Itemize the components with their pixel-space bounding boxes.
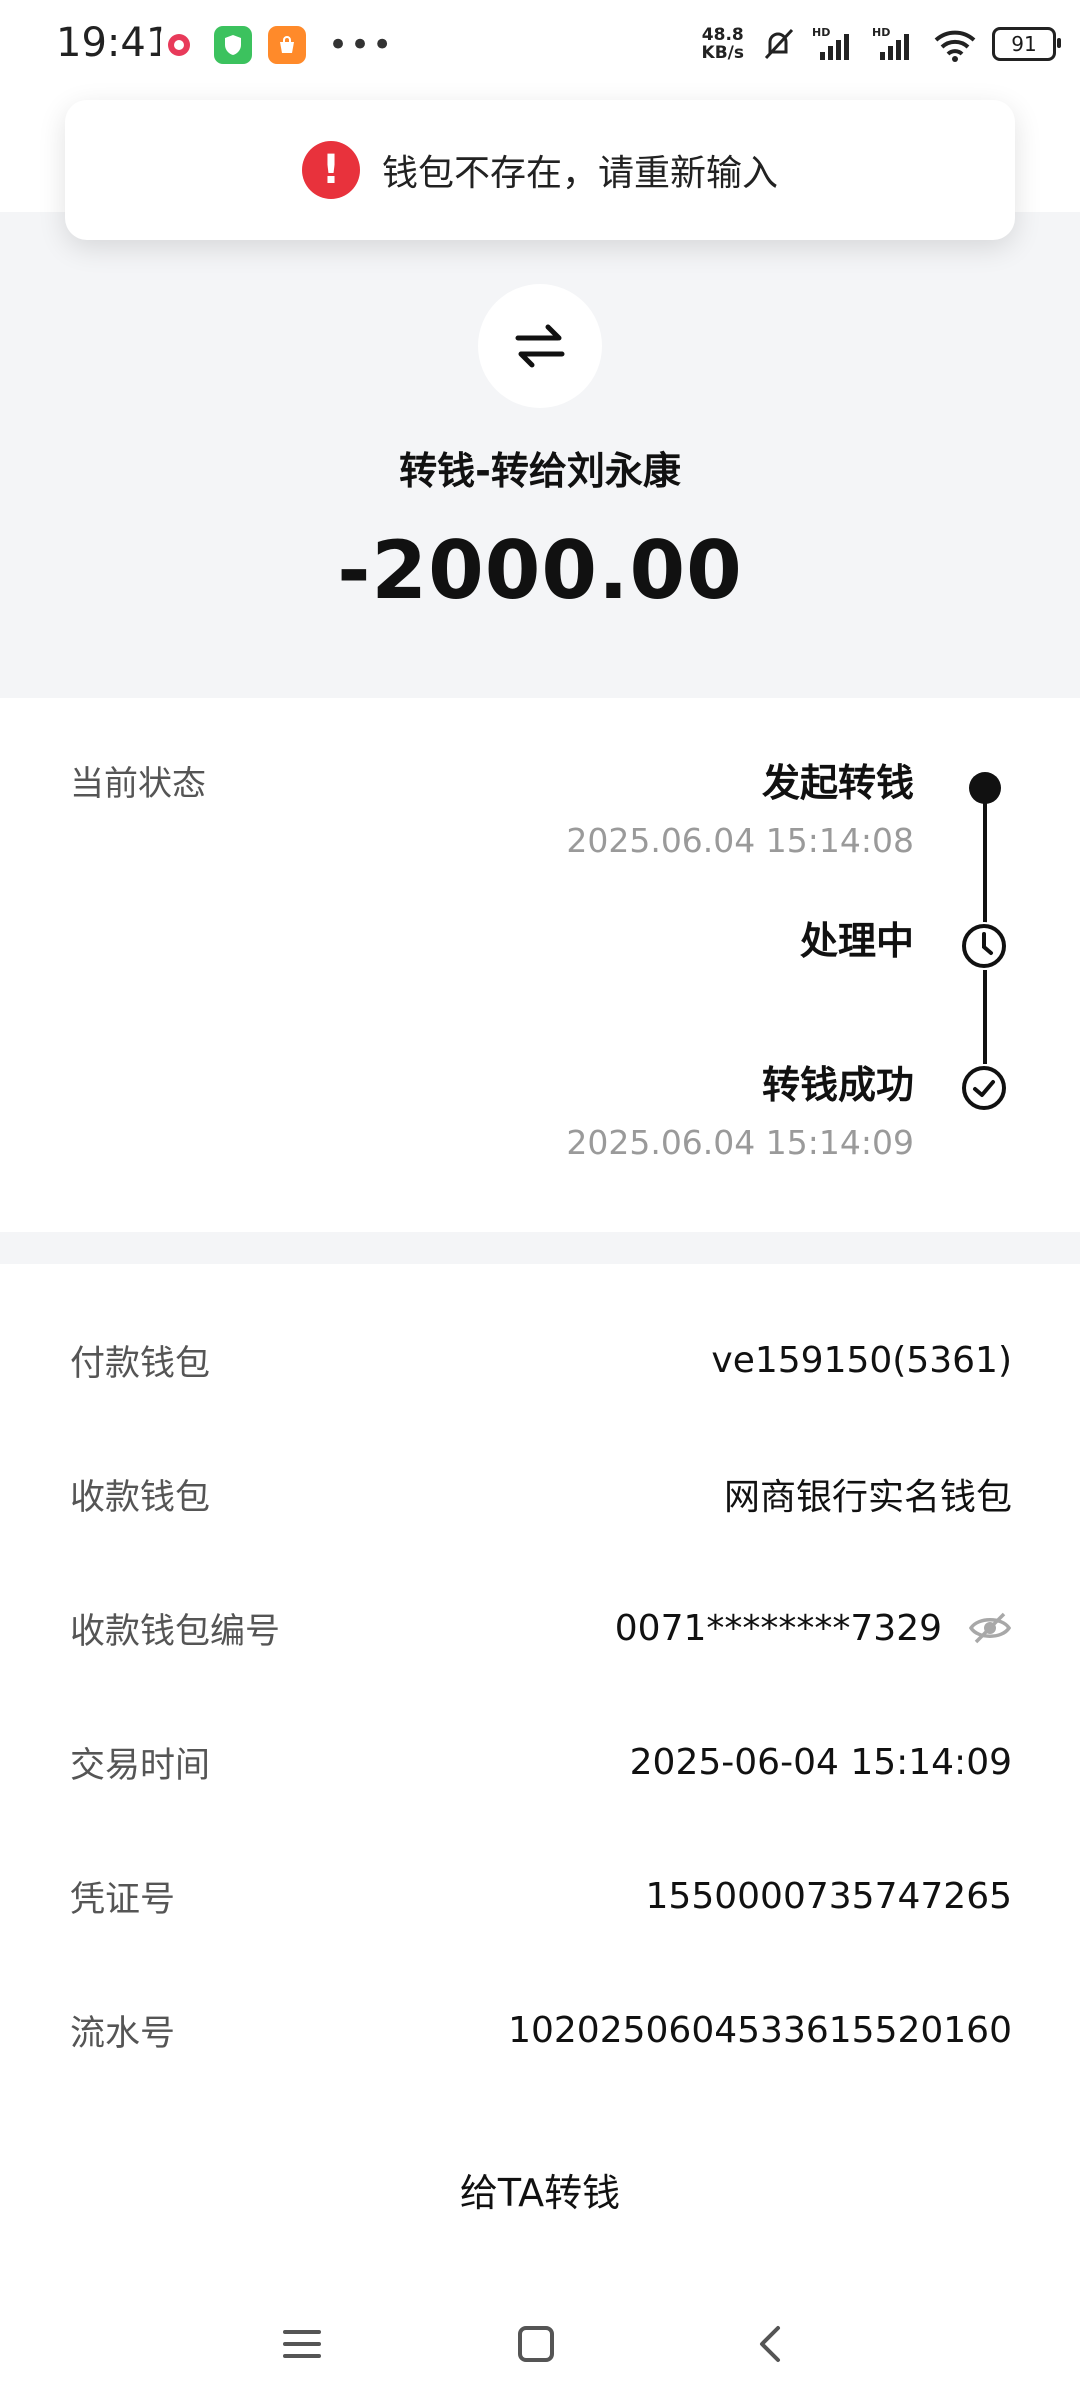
flower-app-icon	[160, 26, 198, 64]
row-value-wrap: 0071********7329	[615, 1608, 1012, 1649]
row-value: ve159150(5361)	[711, 1339, 1012, 1381]
toast-message: 钱包不存在，请重新输入	[381, 153, 778, 194]
back-icon[interactable]	[740, 2314, 800, 2374]
status-label: 当前状态	[70, 764, 206, 804]
row-label: 交易时间	[70, 1745, 211, 1786]
shield-app-icon	[214, 26, 252, 64]
row-value: 102025060453361552016​0	[508, 2009, 1012, 2051]
check-circle-icon	[960, 1064, 1008, 1112]
transaction-amount: -2000.00	[337, 524, 743, 617]
signal-hd-icon-2: HD	[872, 26, 909, 60]
step-initiated: 发起转钱 2025.06.04 15:14:08	[566, 752, 914, 860]
status-app-icons: •••	[160, 26, 394, 64]
signal-hd-icon: HD	[812, 26, 849, 60]
menu-icon[interactable]	[272, 2314, 332, 2374]
wifi-icon	[934, 30, 976, 62]
status-indicators: 48.8 KB/s HD HD 91	[702, 24, 1061, 64]
detail-row-voucher-number: 凭证号 1550000735747265	[70, 1866, 1012, 1926]
detail-row-payer-wallet: 付款钱包 ve159150(5361)	[70, 1330, 1012, 1390]
eye-hidden-icon[interactable]	[968, 1610, 1012, 1646]
net-speed-unit: KB/s	[701, 43, 744, 63]
step-time: 2025.06.04 15:14:08	[566, 821, 914, 860]
transaction-title: 转钱-转给刘永康	[399, 449, 681, 493]
status-time: 19:41	[56, 20, 172, 66]
status-bar: 19:41 ••• 48.8 KB/s HD HD 91	[0, 0, 1080, 90]
svg-text:HD: HD	[812, 26, 830, 39]
detail-row-serial-number: 流水号 102025060453361552016​0	[70, 2000, 1012, 2060]
error-exclamation-icon: !	[301, 141, 360, 199]
net-speed: 48.8 KB/s	[702, 26, 744, 62]
step-processing: 处理中	[800, 910, 914, 965]
detail-row-payee-wallet-number: 收款钱包编号 0071********7329	[70, 1598, 1012, 1658]
row-value: 0071********7329	[614, 1607, 942, 1649]
step-success: 转钱成功 2025.06.04 15:14:09	[566, 1054, 914, 1162]
mute-bell-icon	[764, 28, 794, 60]
step-title: 发起转钱	[761, 761, 914, 805]
transfer-to-them-button[interactable]: 给TA转钱	[0, 2162, 1080, 2217]
detail-row-payee-wallet: 收款钱包 网商银行实名钱包	[70, 1464, 1012, 1524]
home-icon[interactable]	[506, 2314, 566, 2374]
svg-text:HD: HD	[872, 26, 890, 39]
step-title: 转钱成功	[761, 1063, 914, 1107]
row-value: 1550000735747265	[645, 1875, 1012, 1917]
step-time: 2025.06.04 15:14:09	[566, 1123, 914, 1162]
more-notifications-icon: •••	[328, 25, 395, 65]
timeline-dot	[969, 772, 1001, 804]
step-title: 处理中	[799, 919, 914, 963]
row-label: 凭证号	[70, 1879, 176, 1920]
row-value: 2025-06-04 15:14:09	[629, 1741, 1012, 1783]
row-label: 收款钱包	[70, 1477, 211, 1518]
shopping-app-icon	[268, 26, 306, 64]
section-divider	[0, 1232, 1080, 1264]
detail-row-transaction-time: 交易时间 2025-06-04 15:14:09	[70, 1732, 1012, 1792]
net-speed-value: 48.8	[701, 25, 744, 45]
error-toast: ! 钱包不存在，请重新输入	[65, 100, 1015, 240]
timeline-line	[983, 970, 987, 1064]
navigation-bar	[0, 2290, 1080, 2400]
transfer-arrows-icon	[478, 284, 602, 408]
row-value: 网商银行实名钱包	[723, 1477, 1012, 1518]
row-label: 流水号	[70, 2013, 176, 2054]
battery-indicator: 91	[992, 27, 1061, 61]
row-label: 付款钱包	[70, 1343, 211, 1384]
clock-icon	[960, 922, 1008, 970]
row-label: 收款钱包编号	[70, 1611, 281, 1652]
